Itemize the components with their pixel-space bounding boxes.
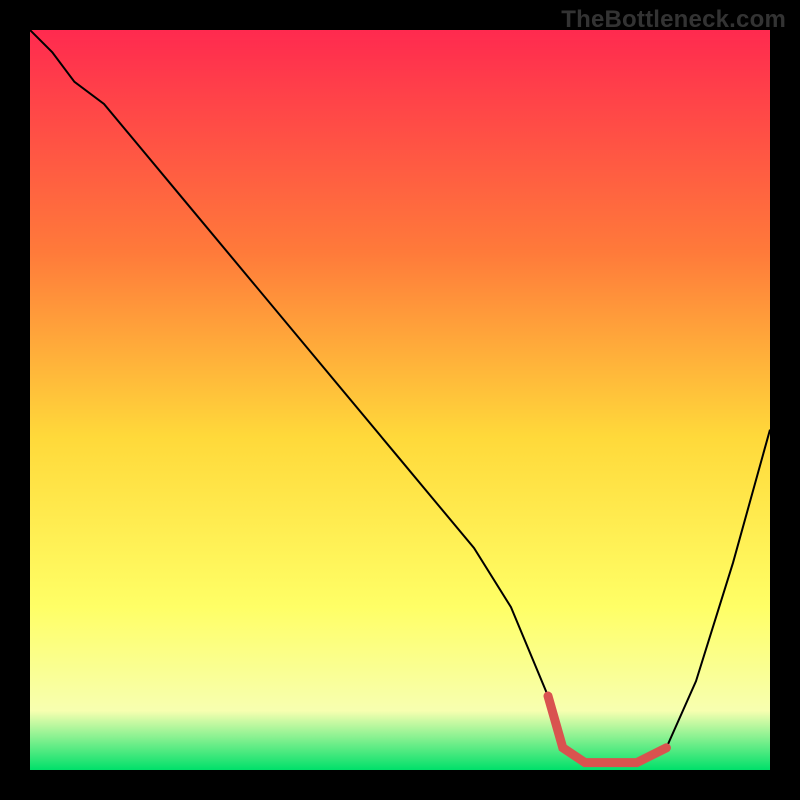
gradient-background	[30, 30, 770, 770]
chart-svg	[30, 30, 770, 770]
chart-frame: TheBottleneck.com	[0, 0, 800, 800]
chart-plot-area	[30, 30, 770, 770]
